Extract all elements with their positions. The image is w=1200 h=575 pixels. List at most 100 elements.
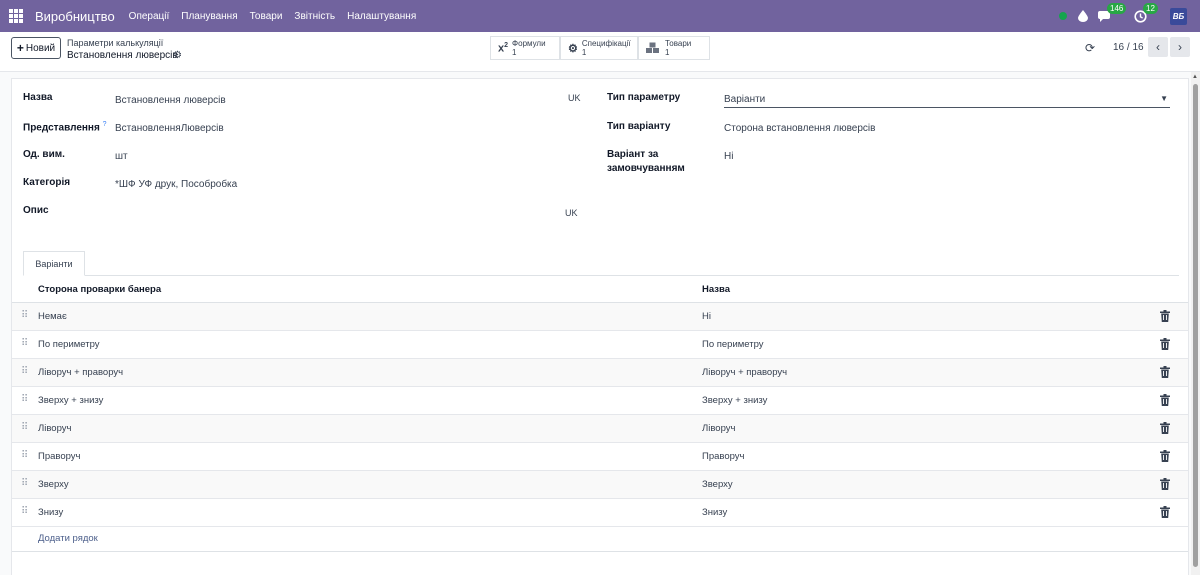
table-cell-name[interactable]: По периметру xyxy=(702,339,764,350)
table-cell-side[interactable]: Праворуч xyxy=(38,451,81,462)
trash-icon[interactable] xyxy=(1160,478,1170,490)
drag-handle-icon[interactable]: ⠿ xyxy=(21,338,28,349)
control-panel: + Новий Параметри калькуляції Встановлен… xyxy=(0,32,1200,72)
field-label-representation: Представлення ? xyxy=(23,121,107,133)
table-row[interactable]: ⠿ Знизу Знизу xyxy=(12,499,1188,527)
tab-variants[interactable]: Варіанти xyxy=(23,251,85,276)
drag-handle-icon[interactable]: ⠿ xyxy=(21,394,28,405)
apps-grid-icon[interactable] xyxy=(9,9,23,23)
pager-next-button[interactable]: › xyxy=(1170,37,1190,57)
table-cell-side[interactable]: Ліворуч xyxy=(38,423,71,434)
field-default-variant-input[interactable]: Ні xyxy=(724,151,733,162)
activities-button[interactable]: 12 xyxy=(1134,3,1158,25)
table-cell-name[interactable]: Праворуч xyxy=(702,451,745,462)
pager-value[interactable]: 16 / 16 xyxy=(1113,42,1144,53)
smart-button-products-count: 1 xyxy=(665,48,670,57)
translate-description-button[interactable]: UK xyxy=(565,208,578,218)
refresh-icon[interactable]: ⟳ xyxy=(1085,41,1095,55)
field-representation-input[interactable]: ВстановленняЛюверсів xyxy=(115,123,224,134)
user-avatar[interactable]: ВБ xyxy=(1170,7,1187,25)
trash-icon[interactable] xyxy=(1160,422,1170,434)
trash-icon[interactable] xyxy=(1160,450,1170,462)
field-label-category: Категорія xyxy=(23,177,71,188)
table-row[interactable]: ⠿ Праворуч Праворуч xyxy=(12,443,1188,471)
menu-item-settings[interactable]: Налаштування xyxy=(347,11,416,22)
breadcrumb-parent[interactable]: Параметри калькуляції xyxy=(67,38,163,48)
menu-item-products[interactable]: Товари xyxy=(250,11,283,22)
help-tooltip-icon[interactable]: ? xyxy=(103,121,107,128)
drag-handle-icon[interactable]: ⠿ xyxy=(21,450,28,461)
field-uom-input[interactable]: шт xyxy=(115,151,128,162)
drag-handle-icon[interactable]: ⠿ xyxy=(21,506,28,517)
table-cell-name[interactable]: Ліворуч xyxy=(702,423,735,434)
field-param-type-select[interactable]: Варіанти ▼ xyxy=(724,91,1170,108)
gears-icon: ⚙ xyxy=(568,42,578,55)
messages-count-badge: 146 xyxy=(1107,3,1127,14)
table-cell-name[interactable]: Ліворуч + праворуч xyxy=(702,367,787,378)
scrollbar-thumb[interactable] xyxy=(1193,84,1198,567)
smart-button-specifications[interactable]: ⚙ Специфікації 1 xyxy=(560,36,638,60)
column-header-banner-side[interactable]: Сторона проварки банера xyxy=(38,284,161,295)
table-cell-name[interactable]: Ні xyxy=(702,311,711,322)
cubes-icon xyxy=(646,42,659,53)
table-cell-name[interactable]: Зверху xyxy=(702,479,733,490)
table-cell-side[interactable]: Знизу xyxy=(38,507,63,518)
smart-button-formulas-count: 1 xyxy=(512,48,517,57)
trash-icon[interactable] xyxy=(1160,310,1170,322)
field-label-variant-type: Тип варіанту xyxy=(607,121,671,132)
table-cell-side[interactable]: Зверху xyxy=(38,479,69,490)
trash-icon[interactable] xyxy=(1160,394,1170,406)
drag-handle-icon[interactable]: ⠿ xyxy=(21,422,28,433)
menu-item-reporting[interactable]: Звітність xyxy=(294,11,335,22)
drag-handle-icon[interactable]: ⠿ xyxy=(21,310,28,321)
field-category-input[interactable]: *ШФ УФ друк, Пособробка xyxy=(115,179,237,190)
messages-button[interactable]: 146 xyxy=(1098,3,1127,25)
table-bottom-divider xyxy=(12,551,1188,552)
drop-icon[interactable] xyxy=(1078,10,1088,22)
menu-item-operations[interactable]: Операції xyxy=(129,11,170,22)
column-header-name[interactable]: Назва xyxy=(702,284,730,295)
smart-button-formulas-label: Формули xyxy=(512,39,546,48)
gear-icon[interactable]: ⚙ xyxy=(173,50,182,61)
add-line-link[interactable]: Додати рядок xyxy=(38,533,98,544)
smart-button-formulas-text: Формули 1 xyxy=(512,39,546,57)
trash-icon[interactable] xyxy=(1160,506,1170,518)
field-label-name: Назва xyxy=(23,92,53,103)
trash-icon[interactable] xyxy=(1160,338,1170,350)
table-row[interactable]: ⠿ Немає Ні xyxy=(12,303,1188,331)
table-cell-side[interactable]: Зверху + знизу xyxy=(38,395,103,406)
field-description-input[interactable] xyxy=(115,207,555,219)
table-row[interactable]: ⠿ Зверху Зверху xyxy=(12,471,1188,499)
table-cell-side[interactable]: Ліворуч + праворуч xyxy=(38,367,123,378)
table-cell-side[interactable]: Немає xyxy=(38,311,67,322)
table-cell-name[interactable]: Знизу xyxy=(702,507,727,518)
smart-button-products[interactable]: Товари 1 xyxy=(638,36,710,60)
table-cell-side[interactable]: По периметру xyxy=(38,339,100,350)
pager-previous-button[interactable]: ‹ xyxy=(1148,37,1168,57)
chevron-left-icon: ‹ xyxy=(1156,40,1160,54)
table-row[interactable]: ⠿ Зверху + знизу Зверху + знизу xyxy=(12,387,1188,415)
scroll-up-icon[interactable]: ▲ xyxy=(1192,74,1198,80)
field-name-input[interactable]: Встановлення люверсів xyxy=(115,95,226,106)
smart-button-products-label: Товари xyxy=(665,39,692,48)
drag-handle-icon[interactable]: ⠿ xyxy=(21,366,28,377)
table-row[interactable]: ⠿ Ліворуч Ліворуч xyxy=(12,415,1188,443)
vertical-scrollbar[interactable]: ▲ xyxy=(1191,72,1200,575)
field-variant-type-input[interactable]: Сторона встановлення люверсів xyxy=(724,123,875,134)
app-brand[interactable]: Виробництво xyxy=(35,9,115,24)
translate-name-button[interactable]: UK xyxy=(568,93,581,103)
smart-button-formulas[interactable]: x2 Формули 1 xyxy=(490,36,560,60)
table-row[interactable]: ⠿ Ліворуч + праворуч Ліворуч + праворуч xyxy=(12,359,1188,387)
table-cell-name[interactable]: Зверху + знизу xyxy=(702,395,767,406)
table-row[interactable]: ⠿ По периметру По периметру xyxy=(12,331,1188,359)
drag-handle-icon[interactable]: ⠿ xyxy=(21,478,28,489)
new-record-label: Новий xyxy=(25,42,56,54)
field-label-uom: Од. вим. xyxy=(23,149,65,160)
field-label-param-type: Тип параметру xyxy=(607,92,681,103)
navbar-systray: 146 12 ВБ xyxy=(1059,0,1200,32)
menu-item-planning[interactable]: Планування xyxy=(181,11,237,22)
field-label-default-variant: Варіант за замовчуванням xyxy=(607,149,685,174)
smart-button-specifications-label: Специфікації xyxy=(581,39,631,48)
trash-icon[interactable] xyxy=(1160,366,1170,378)
new-record-button[interactable]: + Новий xyxy=(11,37,61,59)
